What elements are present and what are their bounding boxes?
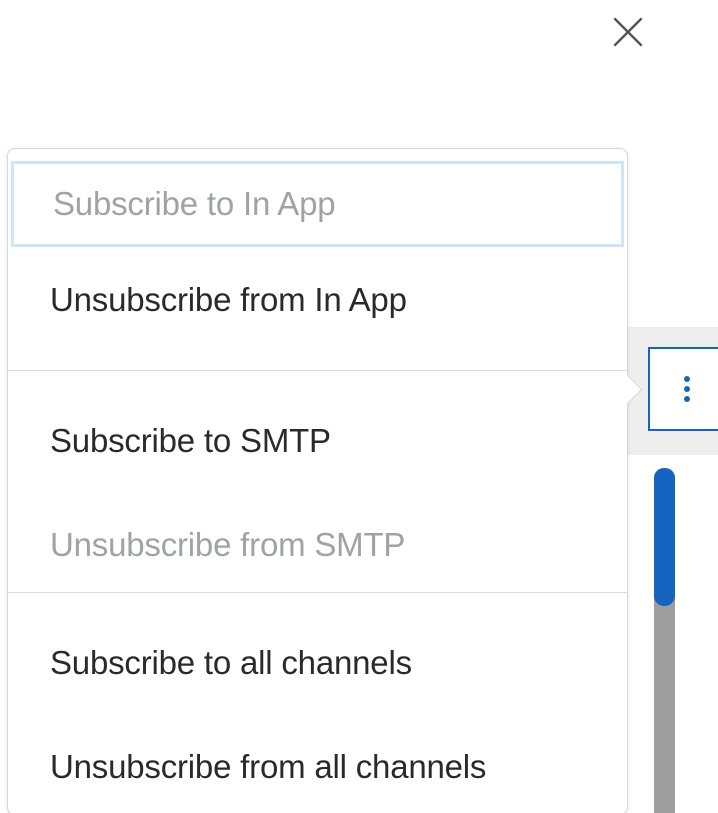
menu-item-subscribe-smtp[interactable]: Subscribe to SMTP (8, 371, 627, 497)
kebab-vertical-icon (684, 376, 690, 402)
menu-group-smtp: Subscribe to SMTP Unsubscribe from SMTP (8, 371, 627, 593)
menu-item-subscribe-in-app[interactable]: Subscribe to In App (11, 161, 624, 247)
menu-item-unsubscribe-smtp[interactable]: Unsubscribe from SMTP (8, 497, 627, 593)
menu-item-unsubscribe-in-app[interactable]: Unsubscribe from In App (8, 247, 627, 353)
menu-group-in-app: Subscribe to In App Unsubscribe from In … (8, 149, 627, 371)
close-button[interactable] (604, 8, 652, 56)
menu-item-subscribe-all[interactable]: Subscribe to all channels (8, 593, 627, 719)
scrollbar-thumb[interactable] (654, 468, 675, 606)
row-actions-button[interactable] (648, 347, 718, 431)
screen: Subscribe to In App Unsubscribe from In … (0, 0, 718, 813)
subscription-actions-menu: Subscribe to In App Unsubscribe from In … (7, 148, 643, 813)
close-icon (613, 17, 643, 47)
menu-group-all-channels: Subscribe to all channels Unsubscribe fr… (8, 593, 627, 813)
menu-item-unsubscribe-all[interactable]: Unsubscribe from all channels (8, 719, 627, 813)
